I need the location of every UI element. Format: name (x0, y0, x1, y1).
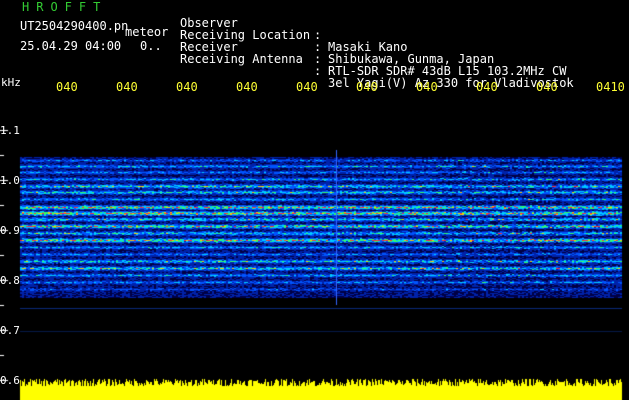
date-time: 25.04.29 04:00 (20, 39, 122, 53)
x-tick-label: 040 (356, 80, 378, 94)
meteor-count: 0.. (140, 39, 162, 53)
y-tick-label: 0.9 (0, 224, 20, 237)
x-tick-label: 040 (416, 80, 438, 94)
x-tick-label: 040 (56, 80, 78, 94)
info-key: Receiving Antenna (180, 52, 303, 66)
y-tick-label: 1.0 (0, 174, 20, 187)
meteor-label: meteor (125, 25, 169, 39)
y-axis-unit: kHz (1, 76, 21, 89)
y-tick-label: 0.7 (0, 324, 20, 337)
y-tick-label: 0.6 (0, 374, 20, 387)
x-tick-label: 040 (536, 80, 558, 94)
x-tick-label: 040 (116, 80, 138, 94)
y-tick-label: 0.8 (0, 274, 20, 287)
x-tick-label: 0410 (596, 80, 625, 94)
x-tick-label: 040 (476, 80, 498, 94)
hrofft-logo: HROFFT (22, 0, 108, 14)
x-tick-label: 040 (236, 80, 258, 94)
file-name: UT2504290400.pn (20, 19, 129, 33)
info-colon: : (314, 64, 322, 78)
x-tick-label: 040 (296, 80, 318, 94)
y-tick-label: 1.1 (0, 124, 20, 137)
x-tick-label: 040 (176, 80, 198, 94)
